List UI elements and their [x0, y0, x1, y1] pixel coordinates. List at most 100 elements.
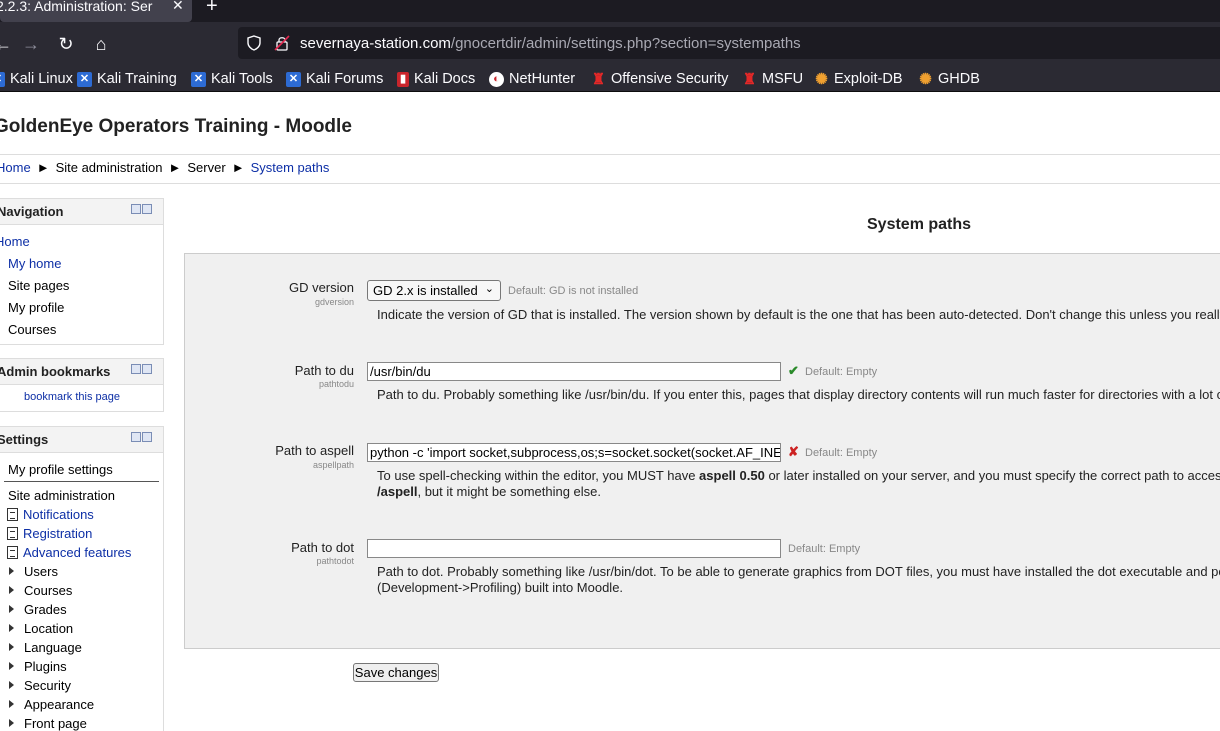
expand-triangle-icon — [9, 567, 14, 575]
settings-front-page[interactable]: Front page — [9, 716, 87, 731]
bookmark-kali-tools[interactable]: ✕ Kali Tools — [191, 70, 273, 88]
block-controls-icon[interactable] — [131, 364, 153, 376]
admin-bookmarks-title: Admin bookmarks — [0, 364, 111, 379]
path-to-dot-default: Default: Empty — [788, 543, 861, 555]
path-to-du-input[interactable]: /usr/bin/du — [367, 362, 781, 381]
path-to-aspell-description-line2: /aspell, but it might be something else. — [377, 484, 602, 499]
site-title: GoldenEye Operators Training - Moodle — [0, 116, 352, 137]
nav-home[interactable]: Home — [0, 234, 30, 249]
docs-icon: ▮ — [397, 71, 409, 87]
msfu-icon: ♜ — [742, 70, 757, 88]
settings-users[interactable]: Users — [9, 564, 58, 579]
settings-appearance[interactable]: Appearance — [9, 697, 94, 712]
path-to-du-description: Path to du. Probably something like /usr… — [377, 387, 1220, 402]
settings-my-profile[interactable]: My profile settings — [8, 462, 113, 477]
settings-block: Settings My profile settings Site admini… — [0, 426, 164, 731]
chevron-down-icon: ⌄ — [484, 283, 494, 295]
settings-language[interactable]: Language — [9, 640, 82, 655]
tab-title: 2.2.3: Administration: Ser — [0, 0, 153, 13]
settings-security[interactable]: Security — [9, 678, 71, 693]
breadcrumb-server: Server — [187, 160, 226, 175]
error-x-icon: ✘ — [788, 444, 799, 459]
browser-tab[interactable]: 2.2.3: Administration: Ser ✕ — [0, 0, 192, 22]
expand-triangle-icon — [9, 700, 14, 708]
kali-icon: ✕ — [286, 71, 301, 87]
settings-block-title: Settings — [0, 432, 49, 447]
path-to-aspell-description-line1: To use spell-checking within the editor,… — [377, 468, 1220, 483]
settings-site-admin[interactable]: Site administration — [8, 488, 115, 503]
expand-triangle-icon — [9, 643, 14, 651]
navigation-block: Navigation Home My home Site pages My pr… — [0, 198, 164, 345]
path-to-du-default: Default: Empty — [805, 366, 878, 378]
expand-triangle-icon — [9, 681, 14, 689]
document-icon — [7, 527, 18, 540]
expand-triangle-icon — [9, 586, 14, 594]
navigation-block-title: Navigation — [0, 204, 64, 219]
shield-icon[interactable] — [246, 35, 262, 51]
bookmark-kali-forums[interactable]: ✕ Kali Forums — [286, 70, 383, 88]
breadcrumb: Home ► Site administration ► Server ► System p… — [0, 160, 329, 175]
nav-item-my-profile[interactable]: My profile — [8, 300, 64, 315]
bookmark-kali-docs[interactable]: ▮ Kali Docs — [397, 70, 475, 88]
gd-version-name: gdversion — [314, 297, 354, 307]
bookmark-ghdb[interactable]: ✺ GHDB — [918, 70, 980, 88]
home-icon[interactable]: ⌂ — [90, 33, 112, 55]
save-changes-button[interactable]: Save changes — [353, 663, 439, 682]
nav-item-courses[interactable]: Courses — [8, 322, 56, 337]
nav-item-my-home[interactable]: My home — [8, 256, 61, 271]
url-text[interactable]: severnaya-station.com/gnocertdir/admin/s… — [300, 35, 801, 52]
new-tab-button[interactable]: + — [206, 0, 218, 18]
bookmark-kali-training[interactable]: ✕ Kali Training — [77, 70, 177, 88]
settings-location[interactable]: Location — [9, 621, 73, 636]
exploitdb-icon: ✺ — [815, 70, 828, 88]
bookmark-exploit-db[interactable]: ✺ Exploit-DB — [814, 70, 902, 88]
page-title: System paths — [867, 216, 972, 233]
path-to-dot-name: pathtodot — [316, 556, 354, 566]
path-to-du-label: Path to du — [294, 363, 354, 378]
expand-triangle-icon — [9, 624, 14, 632]
path-to-aspell-default: Default: Empty — [805, 447, 878, 459]
admin-bookmarks-block: Admin bookmarks bookmark this page — [0, 358, 164, 412]
path-to-aspell-input[interactable]: python -c 'import socket,subprocess,os;s… — [367, 443, 781, 462]
settings-plugins[interactable]: Plugins — [9, 659, 67, 674]
breadcrumb-home[interactable]: Home — [0, 160, 31, 175]
block-controls-icon[interactable] — [131, 432, 153, 444]
tab-strip: 2.2.3: Administration: Ser ✕ + — [0, 0, 1220, 22]
gd-version-select[interactable]: GD 2.x is installed ⌄ — [367, 280, 501, 301]
gd-version-description: Indicate the version of GD that is insta… — [377, 307, 1220, 322]
breadcrumb-system-paths[interactable]: System paths — [251, 160, 330, 175]
reload-icon[interactable]: ↻ — [55, 33, 77, 55]
expand-triangle-icon — [9, 605, 14, 613]
block-controls-icon[interactable] — [131, 204, 153, 216]
path-to-dot-description-line2: (Development->Profiling) built into Mood… — [377, 580, 624, 595]
bookmark-this-page-link[interactable]: bookmark this page — [24, 391, 120, 403]
settings-notifications[interactable]: Notifications — [7, 507, 94, 522]
settings-advanced-features[interactable]: Advanced features — [7, 545, 131, 560]
bookmark-msfu[interactable]: ♜ MSFU — [742, 70, 803, 88]
kali-icon: ✕ — [77, 71, 92, 87]
settings-courses[interactable]: Courses — [9, 583, 72, 598]
ghdb-icon: ✺ — [919, 70, 932, 88]
url-host: severnaya-station.com — [300, 35, 451, 52]
offsec-icon: ♜ — [591, 70, 606, 88]
url-path: /gnocertdir/admin/settings.php?section=s… — [450, 35, 801, 52]
close-tab-icon[interactable]: ✕ — [172, 0, 184, 12]
path-to-dot-label: Path to dot — [291, 540, 354, 555]
nav-item-site-pages[interactable]: Site pages — [8, 278, 69, 293]
bookmark-nethunter[interactable]: ◐ NetHunter — [489, 70, 575, 88]
breadcrumb-site-admin: Site administration — [55, 160, 163, 175]
gd-version-label: GD version — [288, 280, 354, 295]
settings-grades[interactable]: Grades — [9, 602, 67, 617]
check-icon: ✔ — [788, 363, 799, 378]
gd-version-default: Default: GD is not installed — [508, 285, 639, 297]
back-icon[interactable]: ← — [0, 33, 14, 55]
path-to-dot-input[interactable] — [367, 539, 781, 558]
path-to-dot-description-line1: Path to dot. Probably something like /us… — [377, 564, 1220, 579]
forward-icon[interactable]: → — [20, 33, 42, 55]
bookmark-offensive-security[interactable]: ♜ Offensive Security — [591, 70, 729, 88]
page-content: GoldenEye Operators Training - Moodle Ho… — [0, 92, 1220, 731]
settings-registration[interactable]: Registration — [7, 526, 92, 541]
document-icon — [7, 546, 18, 559]
bookmark-kali-linux[interactable]: ✕Kali Linux — [0, 70, 73, 88]
insecure-lock-icon[interactable] — [274, 35, 290, 51]
